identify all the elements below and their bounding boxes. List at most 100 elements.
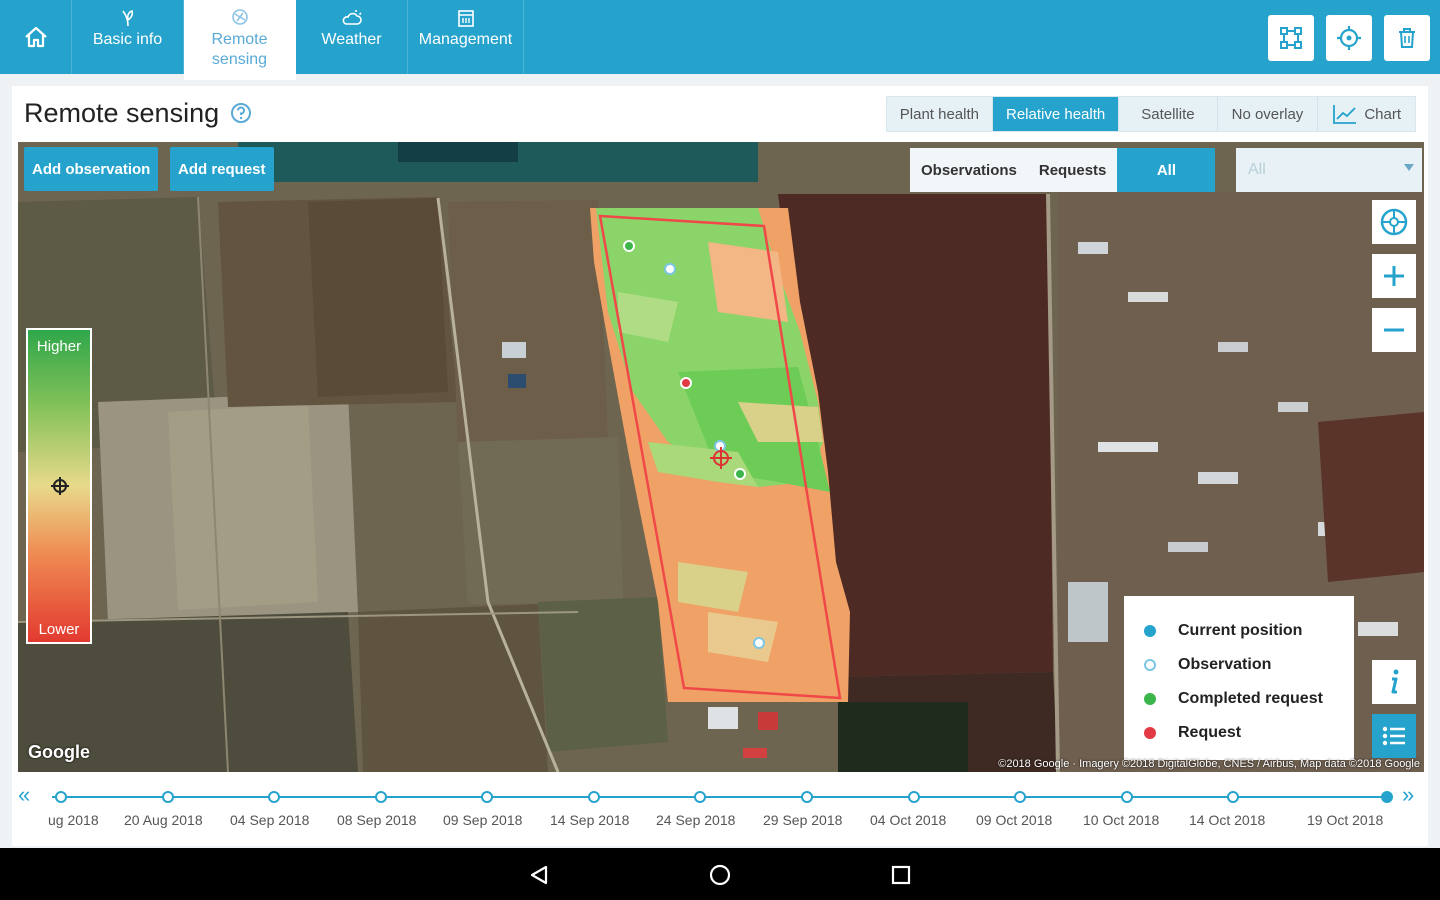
overlay-chart[interactable]: Chart <box>1318 97 1415 131</box>
satellite-map[interactable]: Add observation Add request Observations… <box>18 142 1424 772</box>
overlay-selector: Plant health Relative health Satellite N… <box>885 96 1416 132</box>
edit-boundary-button[interactable] <box>1268 15 1314 61</box>
timeline-date[interactable]: 10 Oct 2018 <box>1083 812 1159 828</box>
home-icon <box>24 26 47 48</box>
filter-dropdown[interactable]: All <box>1236 148 1422 192</box>
timeline-prev-button[interactable]: « <box>18 782 30 808</box>
completed-request-marker[interactable] <box>623 240 635 252</box>
back-triangle-icon <box>530 865 548 885</box>
timeline-date[interactable]: 09 Oct 2018 <box>976 812 1052 828</box>
timeline-point[interactable] <box>268 791 280 803</box>
tab-management[interactable]: Management <box>408 0 524 74</box>
scale-high-label: Higher <box>36 338 82 355</box>
timeline-date[interactable]: 14 Sep 2018 <box>550 812 629 828</box>
help-icon <box>231 103 251 123</box>
overlay-relative-health[interactable]: Relative health <box>993 97 1120 131</box>
home-system-button[interactable] <box>707 862 733 888</box>
minus-icon <box>1384 328 1404 332</box>
top-nav-bar: Basic info Remote sensing Weather Manage… <box>0 0 1440 80</box>
timeline-date[interactable]: 04 Oct 2018 <box>870 812 946 828</box>
double-chevron-left-icon: « <box>18 782 31 807</box>
timeline-point[interactable] <box>908 791 920 803</box>
filter-all[interactable]: All <box>1117 148 1216 192</box>
cloud-sun-icon <box>342 10 362 25</box>
timeline-date-selected[interactable]: 19 Oct 2018 <box>1307 812 1383 828</box>
add-request-button[interactable]: Add request <box>170 147 274 191</box>
completed-request-marker[interactable] <box>734 468 746 480</box>
crosshair-marker-icon <box>710 447 732 469</box>
tab-basic-info[interactable]: Basic info <box>72 0 184 74</box>
legend-toggle-button[interactable] <box>1372 714 1416 758</box>
timeline-point[interactable] <box>55 791 67 803</box>
scale-low-label: Lower <box>38 621 80 638</box>
page-title: Remote sensing <box>24 98 220 128</box>
double-chevron-right-icon: » <box>1402 782 1415 807</box>
overlay-none[interactable]: No overlay <box>1218 97 1319 131</box>
timeline-point[interactable] <box>1014 791 1026 803</box>
caret-down-icon <box>1404 164 1414 171</box>
top-actions <box>1268 15 1430 61</box>
locate-button[interactable] <box>1326 15 1372 61</box>
timeline-point[interactable] <box>481 791 493 803</box>
timeline-point[interactable] <box>1227 791 1239 803</box>
timeline-point[interactable] <box>801 791 813 803</box>
observation-dot-icon <box>1144 659 1156 671</box>
timeline-point[interactable] <box>588 791 600 803</box>
request-dot-icon <box>1144 727 1156 739</box>
help-button[interactable] <box>230 102 252 129</box>
timeline-date[interactable]: 24 Sep 2018 <box>656 812 735 828</box>
timeline-date[interactable]: 08 Sep 2018 <box>337 812 416 828</box>
home-button[interactable] <box>0 0 72 74</box>
satellite-icon <box>231 9 248 25</box>
timeline-point[interactable] <box>162 791 174 803</box>
line-chart-icon <box>1333 105 1357 124</box>
overlay-plant-health[interactable]: Plant health <box>887 97 993 131</box>
google-logo: Google <box>28 742 90 762</box>
delete-button[interactable] <box>1384 15 1430 61</box>
trash-icon <box>1399 28 1415 48</box>
info-button[interactable] <box>1372 660 1416 704</box>
timeline-point-selected[interactable] <box>1381 791 1393 803</box>
remote-sensing-panel: Remote sensing Plant health Relative hea… <box>12 86 1428 846</box>
polygon-icon <box>1280 27 1302 49</box>
timeline-date[interactable]: 09 Sep 2018 <box>443 812 522 828</box>
timeline-date[interactable]: 04 Sep 2018 <box>230 812 309 828</box>
observation-marker[interactable] <box>753 637 765 649</box>
timeline-date[interactable]: ug 2018 <box>48 812 99 828</box>
add-observation-button[interactable]: Add observation <box>24 147 159 191</box>
info-icon <box>1391 669 1399 694</box>
date-timeline: « » ug 2018 20 Aug 2018 04 Sep 2018 08 S… <box>12 780 1428 840</box>
recents-button[interactable] <box>888 862 914 888</box>
timeline-next-button[interactable]: » <box>1402 782 1414 808</box>
timeline-date[interactable]: 14 Oct 2018 <box>1189 812 1265 828</box>
legend-item: Request <box>1144 716 1354 750</box>
legend-item: Current position <box>1144 614 1354 648</box>
tab-remote-sensing[interactable]: Remote sensing <box>184 0 296 80</box>
filter-observations[interactable]: Observations <box>910 148 1028 192</box>
timeline-date[interactable]: 20 Aug 2018 <box>124 812 203 828</box>
timeline-track <box>52 796 1392 798</box>
observation-marker[interactable] <box>664 263 676 275</box>
timeline-point[interactable] <box>375 791 387 803</box>
zoom-out-button[interactable] <box>1372 308 1416 352</box>
crosshair-icon <box>1337 26 1361 50</box>
system-nav-bar <box>0 848 1440 900</box>
legend-label: Request <box>1178 724 1242 741</box>
legend-item: Completed request <box>1144 682 1354 716</box>
legend-item: Observation <box>1144 648 1354 682</box>
tab-label: Remote sensing <box>211 31 268 68</box>
leaf-icon <box>121 9 133 27</box>
legend-label: Observation <box>1178 656 1272 673</box>
timeline-point[interactable] <box>694 791 706 803</box>
zoom-in-button[interactable] <box>1372 254 1416 298</box>
timeline-date[interactable]: 29 Sep 2018 <box>763 812 842 828</box>
request-marker[interactable] <box>680 377 692 389</box>
back-button[interactable] <box>526 862 552 888</box>
tab-weather[interactable]: Weather <box>296 0 408 74</box>
compass-button[interactable] <box>1372 200 1416 244</box>
filter-requests[interactable]: Requests <box>1028 148 1118 192</box>
plus-icon <box>1384 266 1404 286</box>
overlay-satellite[interactable]: Satellite <box>1119 97 1218 131</box>
current-position-dot-icon <box>1144 625 1156 637</box>
timeline-point[interactable] <box>1121 791 1133 803</box>
